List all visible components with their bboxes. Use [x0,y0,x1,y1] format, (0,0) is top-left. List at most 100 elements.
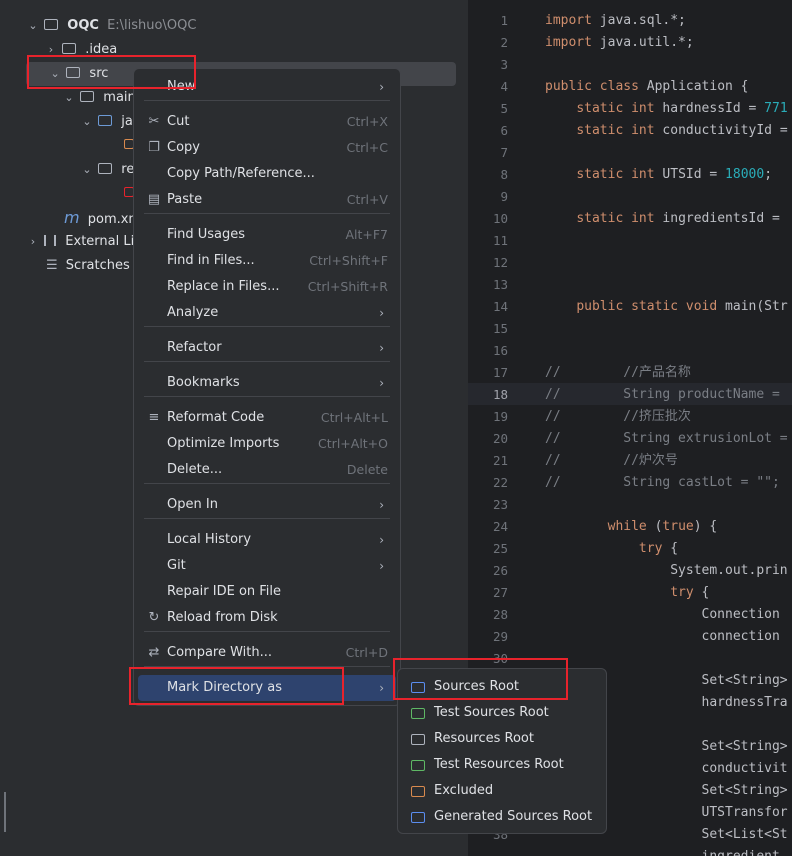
menu-item-shortcut: Ctrl+Alt+L [320,410,388,425]
submenu-item-test-resources-root[interactable]: Test Resources Root [402,752,602,778]
annotation-box-sources-root [393,658,568,700]
menu-item-label: Copy [167,140,200,155]
tree-row-scratches[interactable]: ☰ Scratches a [46,254,142,278]
chevron-down-icon[interactable]: ⌄ [62,86,76,110]
code-line[interactable]: // //挤压批次 [545,406,691,428]
menu-item-analyze[interactable]: Analyze › [138,300,396,326]
tree-row-project-root[interactable]: ⌄ OQC E:\lishuo\OQC [26,14,196,38]
line-number: 23 [492,497,508,512]
line-number: 22 [492,475,508,490]
folder-icon [411,760,425,771]
menu-item-label: Bookmarks [167,375,240,390]
line-number: 4 [500,79,508,94]
scratches-icon: ☰ [46,258,58,273]
code-line[interactable]: // //产品名称 [545,362,691,384]
context-menu: New › ✂ Cut Ctrl+X ❐ Copy Ctrl+C Copy Path/Refer… [133,68,401,706]
code-line[interactable]: try { [545,538,678,560]
code-line[interactable]: static int hardnessId = 771 [545,98,787,120]
submenu-item-excluded[interactable]: Excluded [402,778,602,804]
menu-item-reformat-code[interactable]: ≡ Reformat Code Ctrl+Alt+L [138,405,396,431]
copy-icon: ❐ [148,140,160,155]
line-number: 19 [492,409,508,424]
menu-item-label: Copy Path/Reference... [167,166,315,181]
code-line[interactable]: Connection [545,604,780,626]
code-line[interactable]: import java.sql.*; [545,10,686,32]
menu-item-bookmarks[interactable]: Bookmarks › [138,370,396,396]
menu-item-reload-from-disk[interactable]: ↻ Reload from Disk [138,605,396,631]
tree-row-java[interactable]: ⌄ ja [80,110,132,134]
menu-separator [144,518,390,519]
submenu-item-resources-root[interactable]: Resources Root [402,726,602,752]
maven-icon: m [64,208,80,227]
folder-icon [62,43,77,54]
menu-item-copy[interactable]: ❐ Copy Ctrl+C [138,135,396,161]
menu-item-git[interactable]: Git › [138,553,396,579]
tree-row-external-libraries[interactable]: › External Lib [26,230,143,254]
line-number: 24 [492,519,508,534]
code-line[interactable]: ingredient [545,846,780,856]
menu-item-copy-path-reference[interactable]: Copy Path/Reference... [138,161,396,187]
code-line[interactable]: try { [545,582,709,604]
menu-item-compare-with[interactable]: ⇄ Compare With... Ctrl+D [138,640,396,666]
code-line[interactable]: static int UTSId = 18000; [545,164,772,186]
tree-row-resources[interactable]: ⌄ re [80,158,134,182]
tree-item-label: Scratches a [65,258,142,273]
code-line[interactable]: // //炉次号 [545,450,678,472]
menu-item-paste[interactable]: ▤ Paste Ctrl+V [138,187,396,213]
project-name: OQC [67,18,99,33]
tree-row-main[interactable]: ⌄ main [62,86,135,110]
line-number: 10 [492,211,508,226]
menu-separator [144,213,390,214]
tree-row-pom[interactable]: m pom.xm [64,206,141,230]
menu-item-local-history[interactable]: Local History › [138,527,396,553]
menu-item-find-in-files[interactable]: Find in Files... Ctrl+Shift+F [138,248,396,274]
project-path: E:\lishuo\OQC [107,18,197,33]
menu-item-shortcut: Ctrl+Alt+O [318,436,388,451]
code-line[interactable]: // String castLot = ""; [545,472,780,494]
submenu-item-generated-sources-root[interactable]: Generated Sources Root [402,804,602,830]
menu-item-delete[interactable]: Delete... Delete [138,457,396,483]
code-line[interactable]: System.out.prin [545,560,787,582]
folder-icon [98,163,113,174]
chevron-right-icon: › [379,533,384,547]
code-line[interactable]: // String productName = [545,384,780,406]
code-line[interactable]: public static void main(Str [545,296,787,318]
line-number: 16 [492,343,508,358]
menu-item-refactor[interactable]: Refactor › [138,335,396,361]
line-number: 28 [492,607,508,622]
menu-item-replace-in-files[interactable]: Replace in Files... Ctrl+Shift+R [138,274,396,300]
module-folder-icon [44,19,59,30]
line-number: 5 [500,101,508,116]
compare-icon: ⇄ [148,645,160,660]
line-number: 18 [492,387,508,402]
folder-icon [411,708,425,719]
chevron-right-icon: › [379,80,384,94]
menu-item-shortcut: Ctrl+Shift+R [307,279,388,294]
menu-item-label: Open In [167,497,218,512]
line-number: 3 [500,57,508,72]
chevron-right-icon[interactable]: › [26,230,40,254]
menu-item-label: Delete... [167,462,223,477]
code-line[interactable]: while (true) { [545,516,718,538]
code-line[interactable]: static int ingredientsId = [545,208,780,230]
menu-item-label: Compare With... [167,645,273,660]
menu-item-repair-ide-on-file[interactable]: Repair IDE on File [138,579,396,605]
code-line[interactable]: public class Application { [545,76,749,98]
menu-item-shortcut: Ctrl+C [346,140,388,155]
code-line[interactable]: import java.util.*; [545,32,694,54]
menu-item-find-usages[interactable]: Find Usages Alt+F7 [138,222,396,248]
menu-item-open-in[interactable]: Open In › [138,492,396,518]
menu-item-optimize-imports[interactable]: Optimize Imports Ctrl+Alt+O [138,431,396,457]
scissors-icon: ✂ [148,114,160,129]
code-line[interactable]: static int conductivityId = [545,120,787,142]
menu-item-label: Git [167,558,186,573]
chevron-down-icon[interactable]: ⌄ [80,158,94,182]
submenu-item-label: Resources Root [434,731,534,746]
chevron-down-icon[interactable]: ⌄ [80,110,94,134]
menu-item-shortcut: Ctrl+Shift+F [309,253,388,268]
submenu-item-test-sources-root[interactable]: Test Sources Root [402,700,602,726]
menu-item-cut[interactable]: ✂ Cut Ctrl+X [138,109,396,135]
chevron-down-icon[interactable]: ⌄ [26,14,40,38]
code-line[interactable]: connection [545,626,780,648]
code-line[interactable]: // String extrusionLot = [545,428,788,450]
